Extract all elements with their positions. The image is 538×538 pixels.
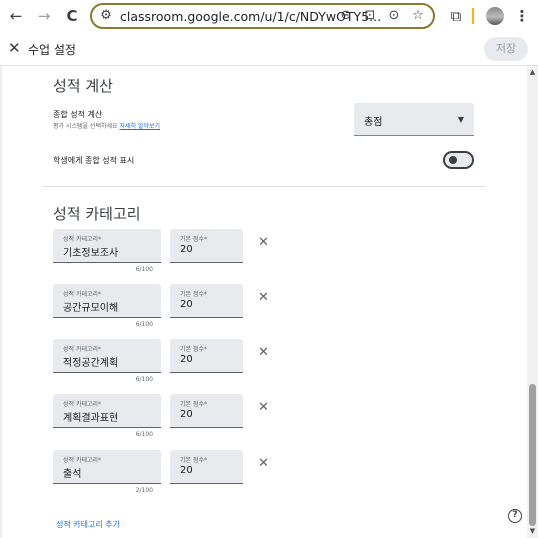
default-points-field[interactable]: 기본 점수* 20	[170, 450, 243, 484]
overall-grade-label: 종합 성적 계산	[53, 110, 103, 119]
extensions-icon[interactable]: ⧉	[446, 6, 466, 26]
settings-content: 성적 계산 종합 성적 계산 평가 시스템을 선택하세요 자세히 알아보기 총점…	[0, 66, 538, 538]
default-points-field[interactable]: 기본 점수* 20	[170, 284, 243, 318]
forward-icon[interactable]: →	[34, 6, 54, 26]
scroll-up-arrow-icon[interactable]: ▲	[527, 68, 538, 76]
char-counter: 6/100	[135, 376, 153, 383]
default-points-label: 기본 점수*	[180, 346, 207, 353]
scrollbar-thumb[interactable]	[529, 384, 536, 526]
category-name-field[interactable]: 성적 카테고리* 적정공간계획	[53, 339, 161, 373]
remove-category-icon[interactable]: ✕	[258, 235, 269, 250]
remove-category-icon[interactable]: ✕	[258, 456, 269, 471]
grading-system-select[interactable]: 총점 ▼	[354, 103, 474, 136]
learn-more-link[interactable]: 자세히 알아보기	[119, 123, 160, 130]
category-name-label: 성적 카테고리*	[63, 346, 102, 353]
default-points-field[interactable]: 기본 점수* 20	[170, 229, 243, 263]
left-edge	[0, 66, 2, 538]
category-name-field[interactable]: 성적 카테고리* 기초정보조사	[53, 229, 161, 263]
default-points-label: 기본 점수*	[180, 291, 207, 298]
back-icon[interactable]: ←	[6, 6, 26, 26]
default-points-field[interactable]: 기본 점수* 20	[170, 339, 243, 373]
category-name-value[interactable]: 공간규모이해	[63, 299, 118, 314]
default-points-field[interactable]: 기본 점수* 20	[170, 394, 243, 428]
toolbar-divider	[472, 8, 474, 24]
profile-avatar[interactable]	[486, 7, 504, 25]
category-name-label: 성적 카테고리*	[63, 401, 102, 408]
category-name-label: 성적 카테고리*	[63, 457, 102, 464]
category-row: 성적 카테고리* 출석 기본 점수* 20 2/100 ✕	[53, 450, 293, 510]
screenshot-icon[interactable]: ⊙	[386, 8, 402, 23]
category-row: 성적 카테고리* 계획결과표현 기본 점수* 20 6/100 ✕	[53, 394, 293, 454]
category-row: 성적 카테고리* 기초정보조사 기본 점수* 20 6/100 ✕	[53, 229, 293, 289]
default-points-value[interactable]: 20	[180, 354, 193, 365]
category-name-field[interactable]: 성적 카테고리* 공간규모이해	[53, 284, 161, 318]
default-points-value[interactable]: 20	[180, 299, 193, 310]
page-scrollbar[interactable]: ▲ ▼	[527, 66, 538, 538]
dropdown-arrow-icon: ▼	[457, 115, 464, 124]
category-name-value[interactable]: 계획결과표현	[63, 409, 118, 424]
category-name-value[interactable]: 적정공간계획	[63, 354, 118, 369]
app-header: ✕ 수업 설정 저장	[0, 32, 538, 66]
overall-grade-sublabel: 평가 시스템을 선택하세요 자세히 알아보기	[53, 121, 160, 130]
grading-system-hint: 평가 시스템을 선택하세요	[53, 123, 118, 130]
default-points-label: 기본 점수*	[180, 457, 207, 464]
category-row: 성적 카테고리* 공간규모이해 기본 점수* 20 6/100 ✕	[53, 284, 293, 344]
default-points-label: 기본 점수*	[180, 236, 207, 243]
zoom-icon[interactable]: ⊖	[338, 8, 354, 23]
category-name-value[interactable]: 기초정보조사	[63, 244, 118, 259]
remove-category-icon[interactable]: ✕	[258, 400, 269, 415]
browser-menu-icon[interactable]: ⋮	[512, 6, 532, 26]
grade-categories-title: 성적 카테고리	[53, 205, 141, 223]
show-overall-grade-toggle[interactable]	[443, 151, 474, 169]
char-counter: 6/100	[135, 431, 153, 438]
section-divider	[43, 186, 485, 187]
site-settings-icon[interactable]: ⚙	[98, 8, 114, 23]
add-grade-category-button[interactable]: 성적 카테고리 추가	[56, 519, 120, 530]
install-app-icon[interactable]: ⊡	[362, 8, 378, 23]
char-counter: 2/100	[135, 487, 153, 494]
remove-category-icon[interactable]: ✕	[258, 345, 269, 360]
category-row: 성적 카테고리* 적정공간계획 기본 점수* 20 6/100 ✕	[53, 339, 293, 399]
char-counter: 6/100	[135, 321, 153, 328]
page-title: 수업 설정	[28, 43, 76, 57]
category-name-label: 성적 카테고리*	[63, 291, 102, 298]
category-name-field[interactable]: 성적 카테고리* 계획결과표현	[53, 394, 161, 428]
scroll-down-arrow-icon[interactable]: ▼	[527, 527, 538, 535]
help-icon[interactable]: ?	[508, 509, 522, 523]
show-overall-grade-label: 학생에게 종합 성적 표시	[53, 156, 135, 165]
default-points-label: 기본 점수*	[180, 401, 207, 408]
close-icon[interactable]: ✕	[8, 39, 21, 57]
remove-category-icon[interactable]: ✕	[258, 290, 269, 305]
address-bar[interactable]: ⚙ classroom.google.com/u/1/c/NDYwOTY5...…	[90, 3, 435, 29]
default-points-value[interactable]: 20	[180, 465, 193, 476]
default-points-value[interactable]: 20	[180, 409, 193, 420]
char-counter: 6/100	[135, 266, 153, 273]
toggle-knob	[449, 156, 457, 164]
browser-toolbar: ← → C ⚙ classroom.google.com/u/1/c/NDYwO…	[0, 0, 538, 32]
save-button[interactable]: 저장	[484, 37, 528, 61]
category-name-label: 성적 카테고리*	[63, 236, 102, 243]
grading-system-value: 총점	[364, 117, 383, 128]
bookmark-star-icon[interactable]: ☆	[410, 8, 426, 23]
category-name-value[interactable]: 출석	[63, 465, 81, 480]
default-points-value[interactable]: 20	[180, 244, 193, 255]
grade-calculation-title: 성적 계산	[53, 77, 113, 95]
reload-icon[interactable]: C	[62, 6, 82, 26]
category-name-field[interactable]: 성적 카테고리* 출석	[53, 450, 161, 484]
